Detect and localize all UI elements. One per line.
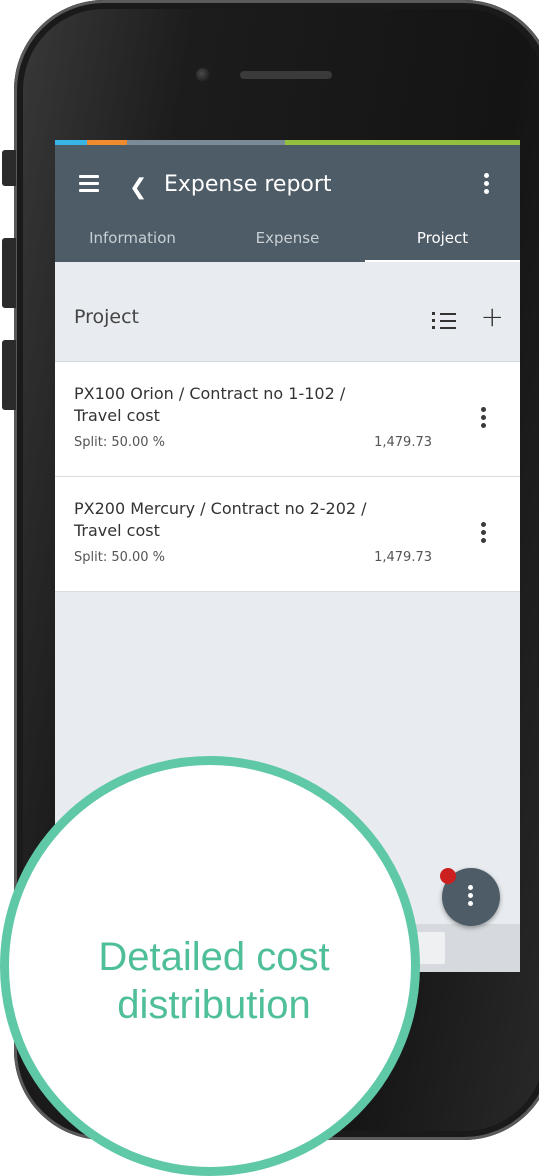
item-subtitle-line: Travel cost bbox=[74, 521, 160, 540]
item-amount: 1,479.73 bbox=[374, 550, 432, 565]
project-section-header: Project + bbox=[55, 262, 520, 362]
mute-switch bbox=[2, 150, 16, 186]
tab-information[interactable]: Information bbox=[55, 216, 210, 262]
volume-down-button bbox=[2, 340, 16, 410]
item-title-line: PX100 Orion / Contract no 1-102 / bbox=[74, 384, 346, 403]
item-split: Split: 50.00 % bbox=[74, 550, 166, 565]
page-title: Expense report bbox=[164, 172, 332, 197]
plus-icon[interactable]: + bbox=[481, 302, 504, 332]
tab-bar: Information Expense Project bbox=[55, 216, 520, 262]
section-title: Project bbox=[74, 306, 140, 328]
list-item[interactable]: PX200 Mercury / Contract no 2-202 / Trav… bbox=[55, 477, 520, 592]
more-options-icon[interactable] bbox=[484, 173, 490, 197]
callout-line-1: Detailed cost bbox=[98, 935, 330, 979]
tab-expense[interactable]: Expense bbox=[210, 216, 365, 262]
tab-project[interactable]: Project bbox=[365, 216, 520, 262]
callout-text: Detailed cost distribution bbox=[54, 933, 374, 1029]
kebab-icon bbox=[468, 885, 474, 909]
callout-line-2: distribution bbox=[117, 983, 311, 1027]
item-subtitle-line: Travel cost bbox=[74, 406, 160, 425]
chevron-left-icon[interactable]: ❮ bbox=[129, 177, 147, 199]
app-header: ❮ Expense report Information Expense Pro… bbox=[55, 145, 520, 262]
item-description: PX100 Orion / Contract no 1-102 / Travel… bbox=[74, 383, 434, 427]
earpiece-speaker bbox=[240, 71, 332, 79]
item-amount: 1,479.73 bbox=[374, 435, 432, 450]
hamburger-icon[interactable] bbox=[79, 175, 99, 193]
item-title-line: PX200 Mercury / Contract no 2-202 / bbox=[74, 499, 367, 518]
item-more-icon[interactable] bbox=[481, 407, 487, 431]
volume-up-button bbox=[2, 238, 16, 308]
item-split: Split: 50.00 % bbox=[74, 435, 166, 450]
notification-dot bbox=[440, 868, 456, 884]
list-item[interactable]: PX100 Orion / Contract no 1-102 / Travel… bbox=[55, 362, 520, 477]
item-description: PX200 Mercury / Contract no 2-202 / Trav… bbox=[74, 498, 434, 542]
item-more-icon[interactable] bbox=[481, 522, 487, 546]
list-icon[interactable] bbox=[432, 310, 458, 330]
front-camera bbox=[196, 68, 210, 82]
